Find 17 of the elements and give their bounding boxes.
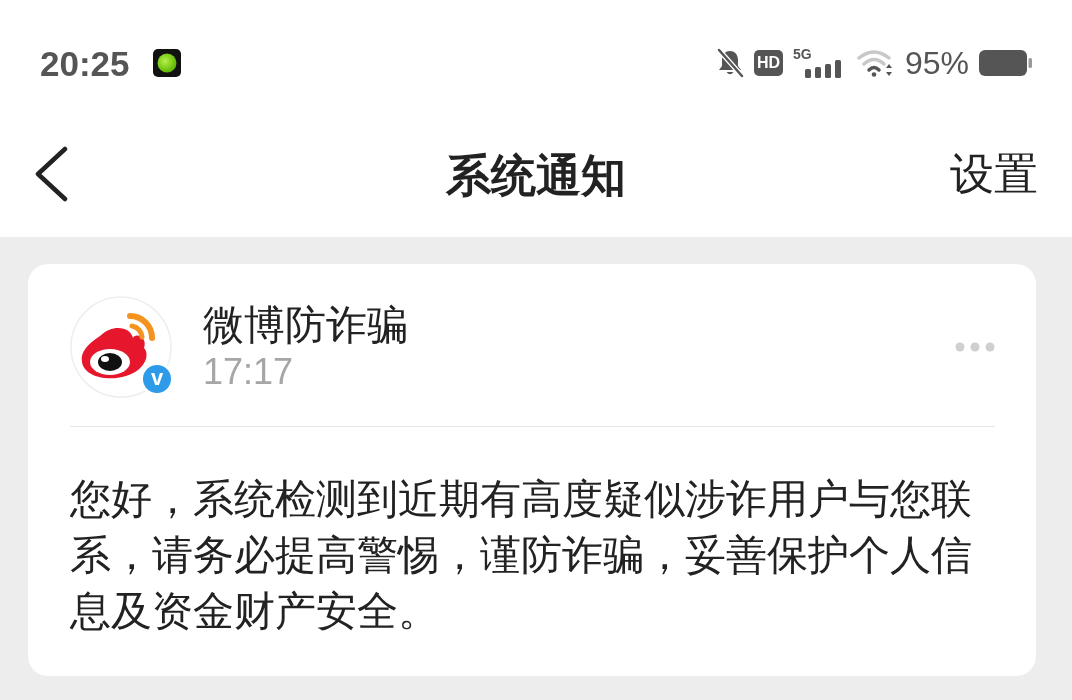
- eye-logo-avatar-icon: [70, 296, 172, 398]
- back-icon[interactable]: [34, 145, 68, 202]
- muted-bell-icon: [715, 48, 744, 78]
- battery-icon: [979, 50, 1032, 76]
- hd-badge: HD: [753, 50, 783, 76]
- sender-name: 微博防诈骗: [203, 301, 408, 349]
- wifi-icon: [856, 49, 895, 77]
- verified-badge: v: [140, 362, 174, 396]
- message-time: 17:17: [203, 351, 295, 393]
- page-title: 系统通知: [446, 149, 626, 203]
- message-text: 您好，系统检测到近期有高度疑似涉诈用户与您联系，请务必提高警惕，谨防诈骗，妥善保护个人信息及资金财产安全。: [70, 475, 973, 636]
- status-light-icon: [152, 49, 181, 77]
- settings-button[interactable]: 设置: [950, 145, 1038, 202]
- signal-bars-icon: [804, 60, 843, 78]
- network-type-label: 5G: [792, 47, 812, 61]
- status-time: 20:25: [40, 45, 130, 81]
- battery-percent: 95%: [904, 47, 969, 79]
